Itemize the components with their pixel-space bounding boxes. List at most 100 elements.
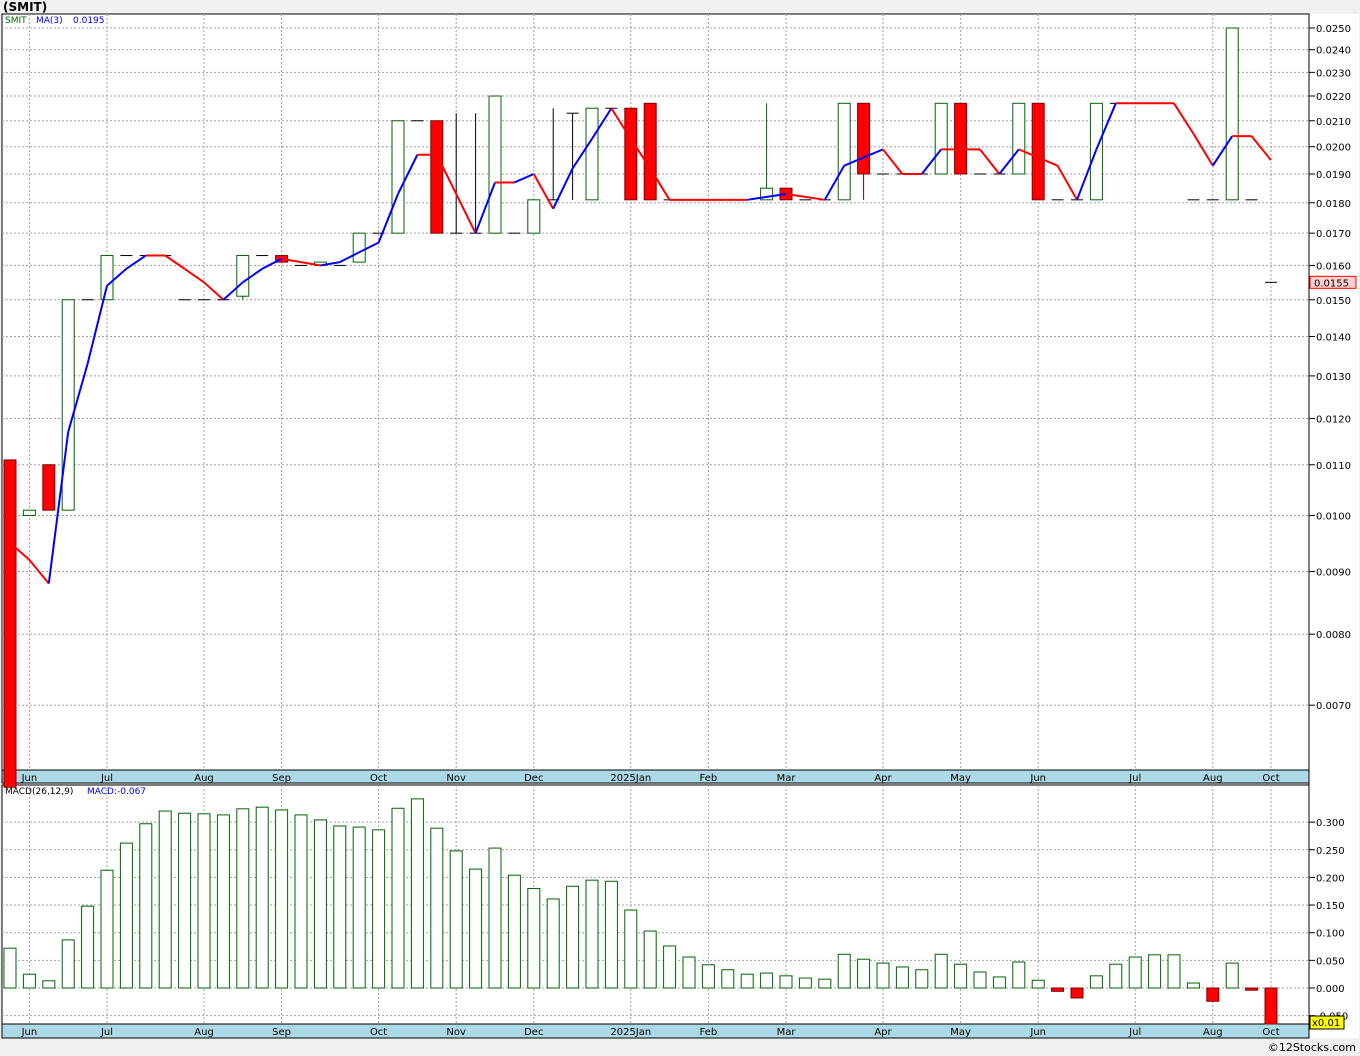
- candle-body: [1031, 102, 1045, 201]
- price-tick-label: 0.0180: [1316, 199, 1351, 210]
- candle: [1012, 102, 1026, 175]
- macd-tick-label: 0.150: [1316, 901, 1345, 912]
- month-label: Jul: [100, 773, 113, 784]
- macd-bar: [682, 956, 696, 989]
- macd-bar: [954, 963, 968, 989]
- month-label: Feb: [700, 1027, 718, 1038]
- macd-bar: [915, 969, 929, 989]
- macd-bar: [391, 807, 405, 989]
- macd-bar: [760, 972, 774, 989]
- price-tick-label: 0.0080: [1316, 630, 1351, 641]
- macd-bar: [216, 814, 230, 989]
- candle: [624, 107, 638, 201]
- macd-bar: [604, 880, 618, 989]
- price-tick-label: 0.0120: [1316, 414, 1351, 425]
- month-label: Oct: [1262, 773, 1279, 784]
- month-label: 2025Jan: [610, 773, 651, 784]
- candle-body: [527, 199, 541, 234]
- macd-bar: [3, 947, 17, 989]
- macd-bar: [449, 850, 463, 989]
- macd-bar: [992, 976, 1006, 989]
- macd-tick-label: 0.000: [1316, 984, 1345, 995]
- macd-bar: [119, 842, 133, 989]
- candle-body: [3, 459, 17, 788]
- macd-bar: [1070, 987, 1084, 999]
- candle-body: [61, 299, 75, 511]
- price-tick-label: 0.0190: [1316, 170, 1351, 181]
- macd-bar: [624, 909, 638, 989]
- candle-body: [236, 255, 250, 297]
- macd-bar: [1128, 956, 1142, 989]
- candle: [585, 107, 599, 201]
- candle: [3, 459, 17, 788]
- macd-bar: [1148, 954, 1162, 989]
- macd-bar: [779, 975, 793, 989]
- macd-bar: [22, 973, 36, 989]
- macd-bar: [876, 962, 890, 989]
- month-label: Apr: [874, 1027, 892, 1038]
- month-label: Jun: [1029, 773, 1046, 784]
- candle: [488, 95, 502, 234]
- macd-bar: [139, 823, 153, 989]
- candle: [100, 255, 114, 301]
- month-label: Apr: [874, 773, 892, 784]
- legend-ma-value: 0.0195: [73, 16, 105, 26]
- month-label: 2025Jan: [610, 1027, 651, 1038]
- price-tick-label: 0.0110: [1316, 461, 1351, 472]
- macd-bar: [1109, 963, 1123, 989]
- macd-bar: [1264, 987, 1278, 1025]
- macd-bar: [1167, 954, 1181, 989]
- macd-bar: [1051, 987, 1065, 992]
- macd-bar: [100, 869, 114, 989]
- candle-body: [624, 107, 638, 201]
- price-tick-label: 0.0200: [1316, 143, 1351, 154]
- macd-bar: [42, 980, 56, 989]
- candle: [643, 102, 657, 201]
- macd-bar: [178, 812, 192, 989]
- month-label: Aug: [194, 1027, 214, 1038]
- candle: [527, 199, 541, 234]
- macd-bar: [1206, 987, 1220, 1002]
- month-label: Mar: [777, 773, 797, 784]
- candle-body: [22, 509, 36, 516]
- macd-bar: [81, 905, 95, 989]
- price-tick-label: 0.0230: [1316, 68, 1351, 79]
- candle: [954, 102, 968, 175]
- candle-body: [100, 255, 114, 301]
- candle-body: [1225, 27, 1239, 201]
- month-label: Jul: [100, 1027, 113, 1038]
- month-label: Oct: [1262, 1027, 1279, 1038]
- month-label: Aug: [194, 773, 214, 784]
- macd-bar: [837, 953, 851, 989]
- candle: [934, 102, 948, 175]
- price-tick-label: 0.0250: [1316, 24, 1351, 35]
- month-label: Dec: [524, 1027, 543, 1038]
- credit-text: ©12Stocks.com: [1267, 1041, 1356, 1054]
- macd-bar: [1089, 975, 1103, 989]
- month-label: May: [950, 1027, 971, 1038]
- price-tick-label: 0.0220: [1316, 92, 1351, 103]
- month-label: Oct: [370, 773, 387, 784]
- macd-tick-label: 0.200: [1316, 873, 1345, 884]
- macd-bar: [585, 879, 599, 989]
- macd-bar: [1225, 962, 1239, 989]
- price-tick-label: 0.0100: [1316, 511, 1351, 522]
- price-tick-label: 0.0130: [1316, 372, 1351, 383]
- candle: [22, 509, 36, 516]
- macd-tick-label: 0.050: [1316, 956, 1345, 967]
- macd-tick-label: 0.300: [1316, 818, 1345, 829]
- candle: [61, 299, 75, 511]
- scale-note: x0.01: [1312, 1018, 1340, 1029]
- legend-symbol: SMIT: [5, 16, 27, 26]
- macd-bar: [236, 808, 250, 989]
- macd-bar: [255, 806, 269, 989]
- macd-bar: [973, 971, 987, 989]
- macd-tick-label: 0.100: [1316, 929, 1345, 940]
- candle: [42, 464, 56, 511]
- candle-body: [430, 120, 444, 234]
- candle: [1225, 27, 1239, 201]
- legend-ma-label: MA(3): [36, 16, 63, 26]
- macd-bar: [488, 847, 502, 989]
- month-label: Sep: [272, 1027, 291, 1038]
- candle-body: [391, 120, 405, 234]
